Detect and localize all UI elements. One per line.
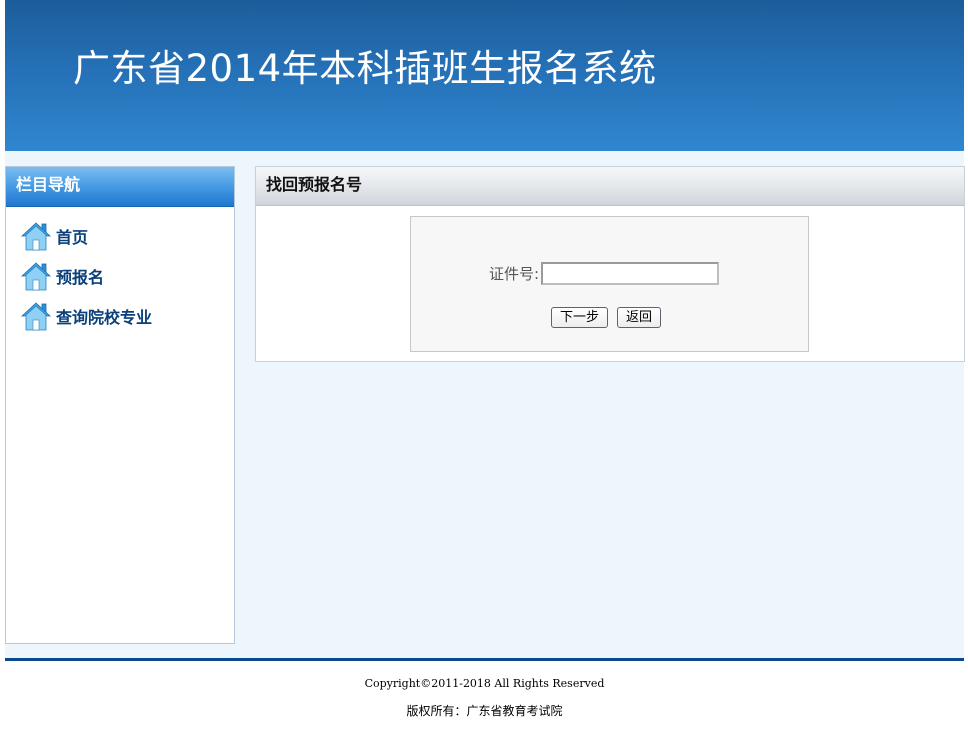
home-icon: [20, 220, 52, 252]
nav-item-query-majors[interactable]: 查询院校专业: [20, 296, 234, 336]
next-step-button[interactable]: 下一步: [551, 307, 609, 328]
retrieve-form: 证件号: 下一步 返回: [410, 216, 809, 352]
nav-item-home[interactable]: 首页: [20, 216, 234, 256]
home-icon: [20, 300, 52, 332]
id-number-label: 证件号:: [489, 265, 540, 283]
nav-item-label[interactable]: 查询院校专业: [56, 304, 152, 328]
header-banner: 广东省2014年本科插班生报名系统: [5, 0, 964, 151]
nav-list: 首页 预报名 查询院校专业: [6, 207, 234, 336]
back-button[interactable]: 返回: [617, 307, 662, 328]
id-number-input[interactable]: [541, 262, 720, 285]
footer-divider: [5, 658, 964, 661]
footer-copyright: Copyright©2011-2018 All Rights Reserved: [364, 677, 605, 690]
form-actions: 下一步 返回: [551, 307, 670, 328]
nav-item-label[interactable]: 首页: [56, 224, 88, 248]
retrieve-panel: 找回预报名号 证件号: 下一步 返回: [255, 166, 965, 362]
panel-title: 找回预报名号: [256, 167, 964, 206]
nav-item-label[interactable]: 预报名: [56, 264, 104, 288]
nav-item-pre-register[interactable]: 预报名: [20, 256, 234, 296]
footer-owner: 版权所有：广东省教育考试院: [406, 704, 563, 718]
id-field-row: 证件号:: [489, 262, 720, 285]
system-title: 广东省2014年本科插班生报名系统: [73, 47, 657, 90]
sidebar-header: 栏目导航: [6, 167, 234, 207]
home-icon: [20, 260, 52, 292]
sidebar: 栏目导航 首页 预报名 查询院校专业: [5, 166, 235, 644]
